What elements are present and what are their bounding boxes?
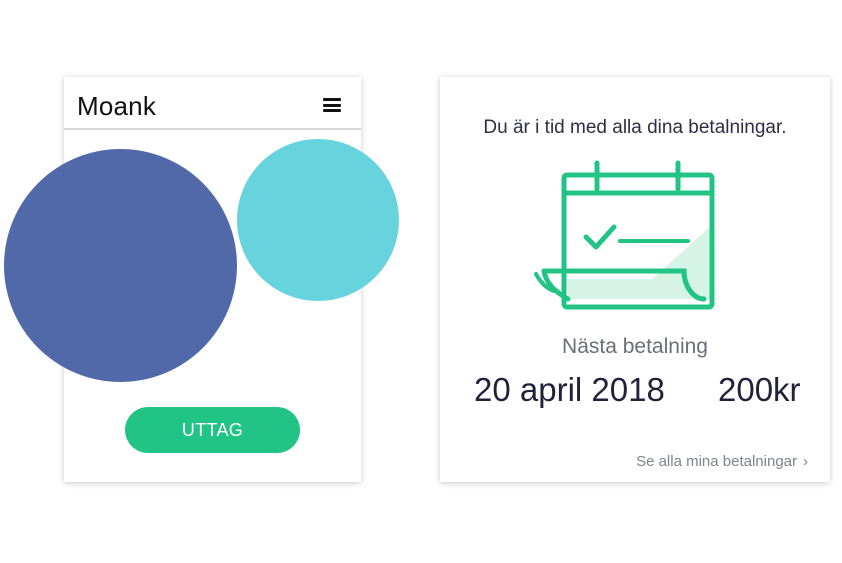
see-all-payments-label: Se alla mina betalningar [636,453,797,470]
hamburger-icon[interactable] [323,98,341,112]
app-logo: Moank [77,91,157,121]
next-payment-amount: 200kr [718,371,801,408]
withdraw-button[interactable]: UTTAG [125,407,300,453]
decorative-circle-blue [4,149,237,382]
calendar-check-icon [534,160,715,310]
next-payment-date: 20 april 2018 [474,371,665,408]
app-header: Moank [64,77,361,130]
chevron-right-icon: › [803,453,808,470]
see-all-payments-link[interactable]: Se alla mina betalningar › [636,453,808,470]
payment-status-card: Du är i tid med alla dina betalningar. N… [440,77,830,482]
decorative-circle-cyan [237,139,399,301]
next-payment-label: Nästa betalning [562,335,708,358]
payment-status-text: Du är i tid med alla dina betalningar. [483,117,787,138]
